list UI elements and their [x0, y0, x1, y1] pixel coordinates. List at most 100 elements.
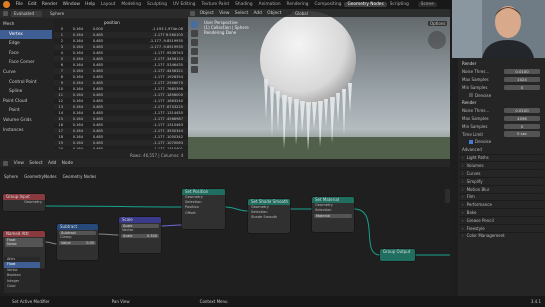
- material-selection[interactable]: Selection: [312, 208, 354, 213]
- panel-chevron-icon: ›: [462, 233, 464, 239]
- named-attribute-name[interactable]: Noise: [5, 242, 43, 247]
- panel-bake[interactable]: › Bake: [459, 208, 543, 216]
- navigation-gizmo[interactable]: [428, 31, 446, 49]
- panel-simplify[interactable]: › Simplify: [459, 176, 543, 185]
- menu-window[interactable]: Window: [60, 2, 83, 7]
- node-side-handle[interactable]: [445, 189, 450, 203]
- options-button[interactable]: Options: [428, 21, 448, 26]
- tab-geometry-nodes[interactable]: Geometry Nodes: [344, 2, 387, 7]
- scale-value[interactable]: Scale 0.300: [121, 234, 159, 239]
- set-position-offset[interactable]: Offset: [182, 211, 225, 216]
- tab-shading[interactable]: Shading: [232, 2, 255, 7]
- tab-sculpting[interactable]: Sculpting: [144, 2, 170, 7]
- group-input-node[interactable]: Group Input Geometry: [3, 194, 45, 211]
- set-material-node[interactable]: Set Material Geometry Selection Material: [312, 197, 354, 232]
- panel-grease-pencil[interactable]: › Grease Pencil: [459, 215, 543, 224]
- tab-compositing[interactable]: Compositing: [312, 2, 345, 7]
- menu-help[interactable]: Help: [83, 2, 98, 7]
- select-tool-icon[interactable]: [191, 21, 198, 28]
- tab-texture-paint[interactable]: Texture Paint: [198, 2, 232, 7]
- menu-add[interactable]: Add: [251, 11, 265, 16]
- evaluated-dropdown[interactable]: Evaluated: [11, 10, 43, 17]
- panel-color-management[interactable]: › Color Management: [459, 231, 543, 240]
- material-selector[interactable]: Material: [314, 213, 352, 219]
- tree-item-instances[interactable]: Instances: [0, 126, 52, 136]
- tab-rendering[interactable]: Rendering: [284, 2, 312, 7]
- panel-motion-blur[interactable]: › Motion Blur: [459, 184, 543, 193]
- tab-animation[interactable]: Animation: [256, 2, 284, 7]
- panel-curves[interactable]: › Curves: [459, 169, 543, 177]
- panel-freestyle[interactable]: › Freestyle: [459, 223, 543, 232]
- geometry-node-editor[interactable]: View Select Add Node Sphere GeometryNode…: [0, 159, 450, 296]
- tab-scripting[interactable]: Scripting: [387, 2, 412, 7]
- cursor-tool-icon[interactable]: [191, 30, 198, 37]
- scale-tool-icon[interactable]: [191, 57, 198, 64]
- tab-modeling[interactable]: Modeling: [118, 2, 144, 7]
- subtract-value[interactable]: Value 0.05: [59, 241, 96, 246]
- menu-select[interactable]: Select: [232, 11, 251, 16]
- menu-view[interactable]: View: [217, 11, 233, 16]
- panel-light-paths[interactable]: › Light Paths: [459, 153, 543, 162]
- tree-item-volume-grids[interactable]: Volume Grids: [0, 116, 52, 126]
- denoise-toggle[interactable]: Denoise: [459, 91, 543, 99]
- shade-smooth-checkbox[interactable]: Shade Smooth: [248, 215, 290, 220]
- set-shade-smooth-node[interactable]: Set Shade Smooth Geometry Selection Shad…: [248, 199, 290, 233]
- prop-value-field[interactable]: 0: [504, 123, 540, 130]
- scale-node[interactable]: Scale Scale Vector Scale 0.300: [119, 217, 161, 253]
- blender-logo-icon[interactable]: [3, 1, 10, 8]
- prop-value-field[interactable]: 0.0100: [504, 68, 540, 75]
- prop-value-field[interactable]: 1024: [504, 76, 540, 83]
- panel-volumes[interactable]: › Volumes: [459, 161, 543, 169]
- subtract-operation[interactable]: Subtract: [59, 230, 96, 235]
- tree-item-spline[interactable]: Spline: [0, 87, 52, 97]
- rotate-tool-icon[interactable]: [191, 48, 198, 55]
- prop-value-field[interactable]: 0.0100: [504, 107, 540, 114]
- column-header-position[interactable]: position: [104, 20, 120, 25]
- group-input-socket[interactable]: Geometry: [3, 200, 45, 205]
- denoise-checkbox[interactable]: [469, 93, 473, 98]
- menu-render[interactable]: Render: [39, 2, 60, 7]
- scene-selector[interactable]: Scene: [417, 2, 437, 7]
- set-position-node[interactable]: Set Position Geometry Selection Position…: [182, 189, 225, 229]
- link-scale-to-offset: [160, 224, 183, 227]
- menu-object-mode[interactable]: Object: [197, 11, 217, 16]
- prop-value-field[interactable]: 0 sec: [504, 131, 540, 137]
- prop-value-field[interactable]: 4096: [504, 115, 540, 122]
- denoise-checkbox-2[interactable]: [469, 139, 473, 144]
- prop-value-field[interactable]: 0: [504, 84, 540, 91]
- tab-uv-editing[interactable]: UV Editing: [170, 2, 198, 7]
- spreadsheet-icon[interactable]: [3, 11, 8, 16]
- tree-item-edge[interactable]: Edge: [0, 39, 52, 49]
- subtract-clamp[interactable]: Clamp: [57, 235, 98, 240]
- viewport-type-icon[interactable]: [190, 10, 195, 16]
- tree-item-face-corner[interactable]: Face Corner: [0, 58, 52, 68]
- tree-item-point[interactable]: Point: [0, 106, 52, 116]
- 3d-viewport[interactable]: Object View Select Add Object Global Use…: [188, 9, 450, 159]
- tree-item-vertex[interactable]: Vertex: [0, 29, 52, 40]
- scale-operation[interactable]: Scale: [121, 223, 159, 228]
- scale-vector[interactable]: Vector: [119, 228, 161, 233]
- tree-item-control-point[interactable]: Control Point: [0, 78, 52, 88]
- menu-edit[interactable]: Edit: [26, 2, 40, 7]
- tree-item-curve[interactable]: Curve: [0, 68, 52, 78]
- orientation-dropdown[interactable]: Global: [292, 10, 311, 16]
- panel-performance[interactable]: › Performance: [459, 200, 543, 208]
- move-tool-icon[interactable]: [191, 39, 198, 46]
- tree-item-face[interactable]: Face: [0, 49, 52, 59]
- tree-item-point-cloud[interactable]: Point Cloud: [0, 97, 52, 107]
- render-header[interactable]: Render: [459, 60, 543, 68]
- denoise-toggle-2[interactable]: Denoise: [459, 138, 543, 146]
- denoise-label-2: Denoise: [475, 139, 492, 145]
- menu-object[interactable]: Object: [265, 11, 285, 16]
- dropdown-item[interactable]: Color: [4, 284, 40, 289]
- transform-tool-icon[interactable]: [191, 66, 198, 73]
- tab-layout[interactable]: Layout: [98, 2, 119, 7]
- tree-item-mesh[interactable]: Mesh: [0, 20, 52, 30]
- subtract-node[interactable]: Subtract Subtract Clamp Value 0.05: [57, 224, 98, 260]
- named-attribute-type[interactable]: Float: [5, 237, 43, 242]
- advanced-panel[interactable]: Advanced: [459, 146, 543, 154]
- menu-file[interactable]: File: [13, 2, 26, 7]
- render-subpanel[interactable]: Render: [459, 99, 543, 107]
- panel-film[interactable]: › Film: [459, 192, 543, 201]
- group-output-node[interactable]: Group Output: [380, 249, 415, 261]
